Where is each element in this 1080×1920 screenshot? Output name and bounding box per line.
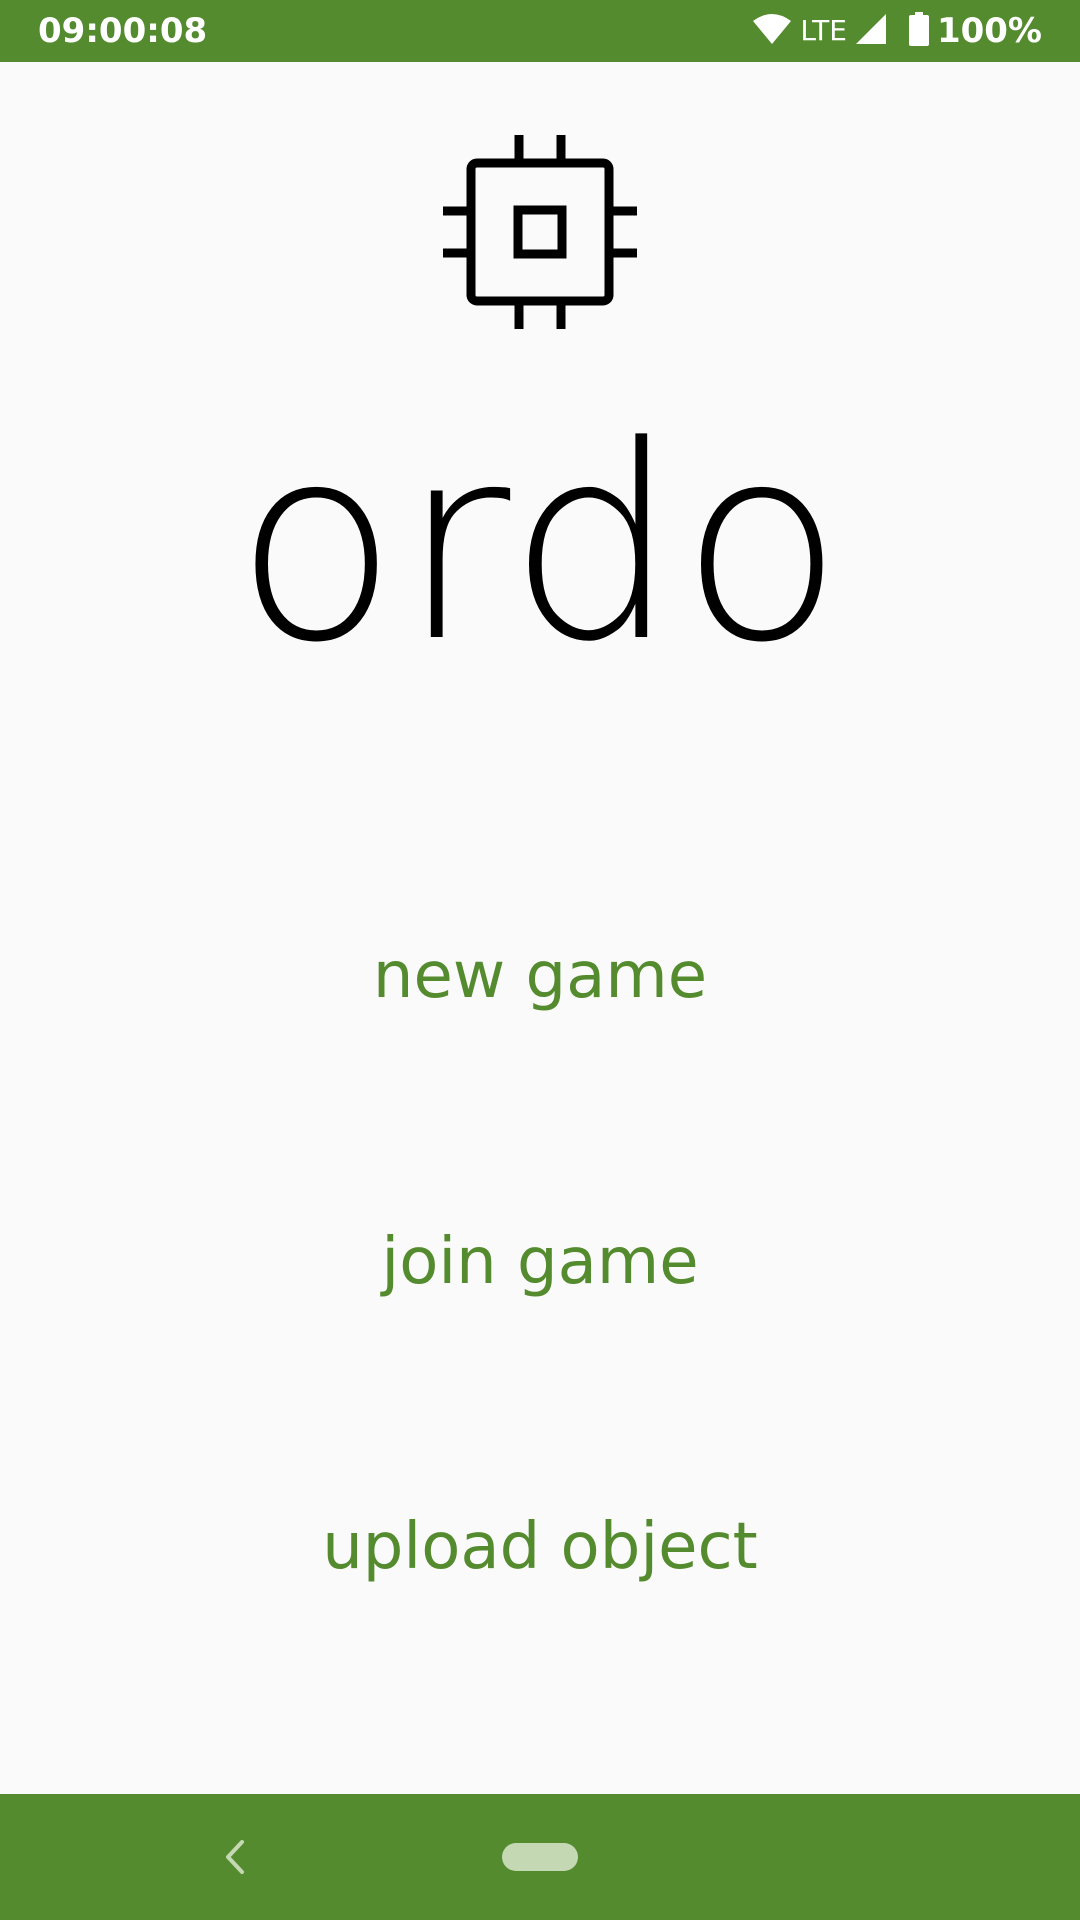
network-type: LTE (800, 14, 847, 47)
new-game-button[interactable]: new game (240, 916, 840, 1036)
status-time: 09:00:08 (38, 11, 208, 51)
signal-icon (855, 13, 887, 49)
navigation-bar (0, 1794, 1080, 1920)
battery-percent: 100% (936, 11, 1042, 51)
status-icons: LTE 100% (752, 10, 1042, 52)
status-bar: 09:00:08 LTE 100% (0, 0, 1080, 62)
app-title: ordo (234, 389, 846, 701)
wifi-icon (752, 13, 792, 49)
chip-icon (443, 135, 637, 329)
battery-icon (908, 12, 929, 50)
back-icon[interactable] (214, 1832, 254, 1882)
join-game-button[interactable]: join game (240, 1202, 840, 1322)
home-pill-icon[interactable] (502, 1843, 578, 1871)
app-screen: 09:00:08 LTE 100% ordo new game join gam… (0, 0, 1080, 1920)
upload-object-button[interactable]: upload object (190, 1487, 890, 1607)
